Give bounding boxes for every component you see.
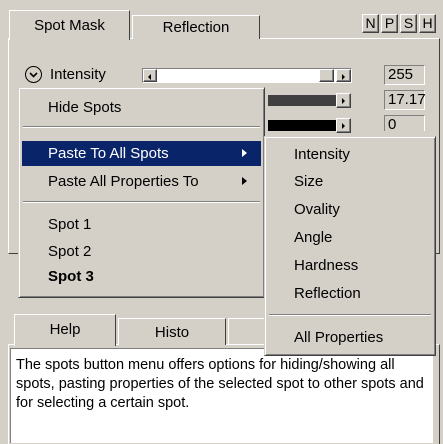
submenu-arrow-icon bbox=[242, 149, 247, 157]
submenu-item-intensity-label: Intensity bbox=[294, 146, 350, 163]
tab-extra[interactable] bbox=[228, 318, 266, 345]
intensity-slider-track[interactable] bbox=[157, 69, 335, 82]
submenu-item-size[interactable]: Size bbox=[268, 169, 432, 194]
submenu-item-size-label: Size bbox=[294, 173, 324, 190]
tab-histo-label: Histo bbox=[154, 324, 190, 341]
tab-reflection-label: Reflection bbox=[162, 19, 230, 36]
intensity-label: Intensity bbox=[50, 66, 106, 83]
menu-item-spot-2[interactable]: Spot 2 bbox=[22, 239, 261, 264]
tab-histo[interactable]: Histo bbox=[118, 318, 226, 345]
toggle-h-button[interactable]: H bbox=[419, 14, 436, 33]
arrow-right-icon bbox=[342, 98, 345, 104]
row3-slider-fill bbox=[268, 120, 336, 131]
tab-help-label: Help bbox=[49, 321, 81, 338]
intensity-slider[interactable] bbox=[142, 68, 352, 83]
submenu-item-angle[interactable]: Angle bbox=[268, 225, 432, 250]
tab-spot-mask-label: Spot Mask bbox=[34, 17, 105, 34]
submenu-item-hardness-label: Hardness bbox=[294, 257, 359, 274]
tab-help[interactable]: Help bbox=[14, 314, 116, 346]
submenu-arrow-icon bbox=[242, 177, 247, 185]
tab-spot-mask[interactable]: Spot Mask bbox=[9, 10, 130, 40]
menu-item-paste-all-properties-to[interactable]: Paste All Properties To bbox=[22, 169, 261, 194]
row2-value-field[interactable]: 17.17 bbox=[384, 90, 426, 110]
menu-separator bbox=[23, 126, 260, 128]
menu-item-spot-1-label: Spot 1 bbox=[48, 216, 92, 233]
row2-slider-fill bbox=[268, 95, 336, 106]
submenu-item-hardness[interactable]: Hardness bbox=[268, 253, 432, 278]
submenu-item-reflection-label: Reflection bbox=[294, 285, 361, 302]
submenu-item-ovality[interactable]: Ovality bbox=[268, 197, 432, 222]
menu-separator bbox=[269, 314, 431, 316]
spot-context-menu: Hide Spots Paste To All Spots Paste All … bbox=[18, 87, 265, 298]
intensity-value-field[interactable]: 255 bbox=[384, 65, 425, 85]
menu-item-spot-3-label: Spot 3 bbox=[48, 268, 94, 285]
arrow-right-icon bbox=[342, 74, 345, 80]
submenu-item-ovality-label: Ovality bbox=[294, 201, 340, 218]
menu-item-spot-2-label: Spot 2 bbox=[48, 243, 92, 260]
submenu-item-all-properties-label: All Properties bbox=[294, 329, 384, 346]
spot-menu-button[interactable] bbox=[25, 66, 42, 83]
chevron-down-icon bbox=[29, 72, 38, 78]
arrow-right-icon bbox=[342, 123, 345, 129]
submenu-item-angle-label: Angle bbox=[294, 229, 333, 246]
menu-item-paste-to-all-spots-label: Paste To All Spots bbox=[48, 145, 169, 162]
menu-item-spot-3[interactable]: Spot 3 bbox=[22, 264, 261, 289]
toggle-n-button[interactable]: N bbox=[362, 14, 379, 33]
menu-item-paste-to-all-spots[interactable]: Paste To All Spots bbox=[22, 141, 261, 166]
menu-item-hide-spots[interactable]: Hide Spots bbox=[22, 95, 261, 120]
arrow-left-icon bbox=[148, 74, 151, 80]
submenu-item-all-properties[interactable]: All Properties bbox=[268, 325, 432, 350]
intensity-slider-left-button[interactable] bbox=[143, 69, 157, 82]
row3-value-field[interactable]: 0 bbox=[384, 115, 425, 133]
intensity-slider-thumb[interactable] bbox=[319, 69, 334, 82]
row3-slider-right-button[interactable] bbox=[336, 118, 351, 133]
row2-slider-right-button[interactable] bbox=[336, 93, 351, 108]
menu-separator bbox=[23, 201, 260, 203]
menu-item-hide-spots-label: Hide Spots bbox=[48, 99, 122, 116]
submenu-item-reflection[interactable]: Reflection bbox=[268, 281, 432, 306]
paste-submenu: Intensity Size Ovality Angle Hardness Re… bbox=[264, 136, 436, 356]
toggle-p-button[interactable]: P bbox=[381, 14, 398, 33]
menu-item-paste-all-properties-to-label: Paste All Properties To bbox=[48, 173, 199, 190]
tab-reflection[interactable]: Reflection bbox=[132, 15, 260, 39]
help-text: The spots button menu offers options for… bbox=[16, 357, 424, 411]
intensity-slider-right-button[interactable] bbox=[336, 69, 351, 82]
submenu-item-intensity[interactable]: Intensity bbox=[268, 142, 432, 167]
help-text-box: The spots button menu offers options for… bbox=[10, 348, 433, 443]
toggle-s-button[interactable]: S bbox=[400, 14, 417, 33]
menu-item-spot-1[interactable]: Spot 1 bbox=[22, 212, 261, 237]
